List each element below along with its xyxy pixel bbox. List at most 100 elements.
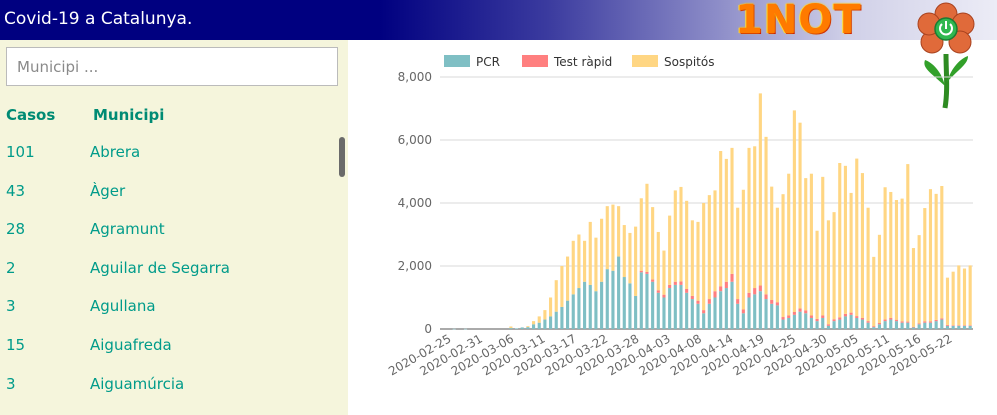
bar-Test ràpid <box>764 294 768 300</box>
list-item[interactable]: 3 Aiguamúrcia <box>0 372 340 411</box>
bar-PCR <box>855 317 859 329</box>
legend-label: PCR <box>476 55 500 69</box>
bar-Test ràpid <box>917 323 921 325</box>
bar-Test ràpid <box>741 309 745 314</box>
list-item[interactable]: 43 Àger <box>0 179 340 218</box>
bar-PCR <box>860 319 864 329</box>
bar-Sospitós <box>707 195 711 300</box>
bar-PCR <box>696 303 700 329</box>
bar-PCR <box>962 325 967 329</box>
list-item[interactable]: 2 Aguilar de Segarra <box>0 256 340 295</box>
legend-swatch <box>522 55 548 67</box>
bar-Test ràpid <box>934 319 938 322</box>
bar-PCR <box>514 328 519 329</box>
search-input[interactable] <box>6 47 338 86</box>
bar-PCR <box>713 297 717 329</box>
bar-Sospitós <box>577 234 581 289</box>
bar-PCR <box>611 270 615 329</box>
bar-PCR <box>656 292 660 329</box>
cases-count: 3 <box>6 297 16 316</box>
bar-PCR <box>928 322 933 329</box>
column-header-cases[interactable]: Casos <box>6 106 55 124</box>
bar-PCR <box>787 317 791 329</box>
bar-PCR <box>452 328 456 330</box>
bar-PCR <box>747 297 751 329</box>
municipality-name: Aiguafreda <box>90 335 172 354</box>
bar-Test ràpid <box>877 323 882 325</box>
app-header: Covid-19 a Catalunya. 1NOT <box>0 0 997 109</box>
bar-Sospitós <box>645 183 649 272</box>
bar-Sospitós <box>611 204 615 271</box>
bar-PCR <box>600 281 604 329</box>
bar-PCR <box>628 283 632 329</box>
bar-PCR <box>549 316 553 329</box>
cases-count: 3 <box>6 374 16 393</box>
bar-Sospitós <box>724 158 728 282</box>
bar-Test ràpid <box>923 321 927 323</box>
bar-PCR <box>577 288 581 329</box>
bar-Test ràpid <box>962 325 967 326</box>
bar-PCR <box>639 272 643 329</box>
scrollbar-thumb[interactable] <box>339 137 345 177</box>
brand-logo[interactable]: 1NOT <box>735 0 862 43</box>
bar-Sospitós <box>781 194 785 318</box>
bar-PCR <box>509 328 513 329</box>
bar-Sospitós <box>690 220 694 296</box>
bar-Sospitós <box>656 231 660 291</box>
bar-Sospitós <box>945 277 950 325</box>
bar-Sospitós <box>753 146 757 289</box>
bar-Test ràpid <box>872 326 876 328</box>
bar-PCR <box>792 314 796 329</box>
bar-PCR <box>906 322 910 329</box>
bar-PCR <box>571 294 575 329</box>
bar-Sospitós <box>911 248 916 327</box>
legend-label: Test ràpid <box>553 55 612 69</box>
column-header-municipality[interactable]: Municipi <box>93 106 164 124</box>
bar-PCR <box>889 319 893 329</box>
bar-Sospitós <box>639 198 643 271</box>
list-item[interactable]: 15 Aiguafreda <box>0 333 340 372</box>
bar-Test ràpid <box>900 321 904 323</box>
bar-Test ràpid <box>911 326 916 328</box>
legend-swatch <box>444 55 470 67</box>
chart-legend: PCR Test ràpid Sospitós <box>444 55 714 69</box>
bar-Test ràpid <box>690 295 694 300</box>
municipality-name: Aiguamúrcia <box>90 374 185 393</box>
bar-PCR <box>775 305 779 329</box>
municipality-list: 101 Abrera 43 Àger 28 Agramunt 2 Aguilar de … <box>0 140 340 410</box>
bar-PCR <box>849 314 853 329</box>
bar-PCR <box>605 269 609 329</box>
bar-Sospitós <box>685 200 689 289</box>
y-tick-label: 2,000 <box>398 259 432 273</box>
bar-Sospitós <box>747 147 751 293</box>
bar-Test ràpid <box>968 325 972 326</box>
list-item[interactable]: 3 Agullana <box>0 294 340 333</box>
bar-PCR <box>463 328 468 330</box>
bar-Test ràpid <box>673 281 677 285</box>
bar-PCR <box>662 297 666 329</box>
bar-Test ràpid <box>832 319 836 322</box>
list-item[interactable]: 28 Agramunt <box>0 217 340 256</box>
chart-grid <box>440 76 973 330</box>
municipality-name: Agramunt <box>90 220 165 239</box>
bar-PCR <box>520 327 524 329</box>
municipality-name: Àger <box>90 181 126 200</box>
bar-Sospitós <box>838 162 842 318</box>
bar-PCR <box>753 294 757 329</box>
page-title: Covid-19 a Catalunya. <box>4 9 193 29</box>
bar-Test ràpid <box>713 291 717 298</box>
bar-PCR <box>894 321 899 329</box>
bar-PCR <box>781 319 785 329</box>
bar-PCR <box>758 291 762 329</box>
list-item[interactable]: 101 Abrera <box>0 140 340 179</box>
bar-Sospitós <box>566 256 570 301</box>
bar-PCR <box>923 322 927 329</box>
bar-PCR <box>645 273 649 329</box>
bar-PCR <box>668 288 672 329</box>
bar-PCR <box>804 313 808 329</box>
bar-Sospitós <box>713 190 717 292</box>
bar-Sospitós <box>560 266 564 307</box>
bar-Sospitós <box>594 237 598 292</box>
bar-PCR <box>566 300 570 329</box>
bar-PCR <box>940 319 944 329</box>
